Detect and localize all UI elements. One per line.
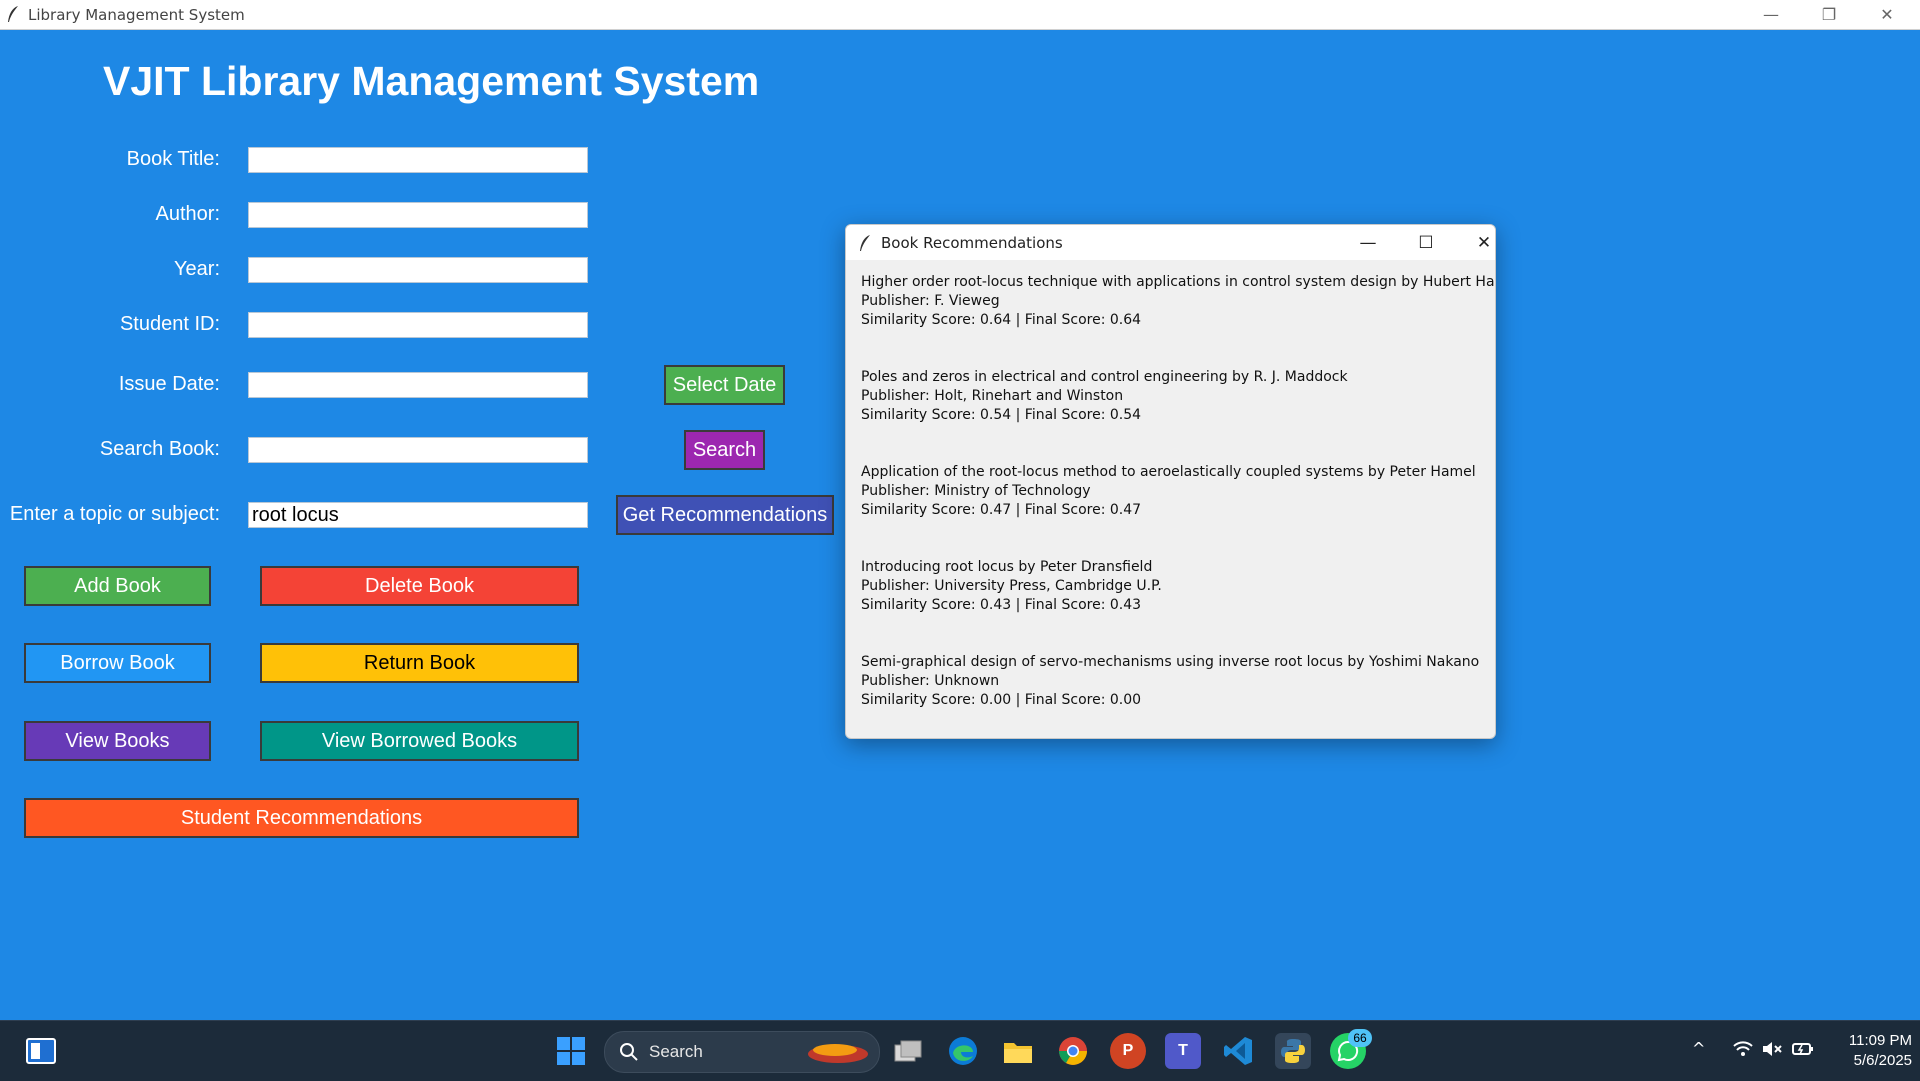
recommendation-title: Introducing root locus by Peter Dransfie… (861, 559, 1153, 575)
restore-button[interactable]: ❐ (1809, 3, 1849, 27)
recommendation-score: Similarity Score: 0.47 | Final Score: 0.… (861, 502, 1142, 518)
recommendation-score: Similarity Score: 0.43 | Final Score: 0.… (861, 597, 1142, 613)
whatsapp-badge: 66 (1348, 1029, 1372, 1047)
recommendation-item: Semi-graphical design of servo-mechanism… (861, 653, 1479, 710)
search-button[interactable]: Search (684, 430, 765, 470)
book-recommendations-dialog: Book Recommendations — ☐ ✕ Higher order … (845, 224, 1496, 739)
taskbar: Search P T 66 ^ 11:09 PM 5/6/2025 (0, 1020, 1920, 1081)
widgets-icon[interactable] (22, 1033, 60, 1069)
author-label: Author: (155, 203, 220, 225)
topic-input[interactable] (248, 502, 588, 528)
search-book-label: Search Book: (99, 438, 220, 460)
view-borrowed-books-button[interactable]: View Borrowed Books (260, 721, 579, 761)
recommendation-title: Higher order root-locus technique with a… (861, 274, 1496, 290)
dialog-titlebar: Book Recommendations — ☐ ✕ (846, 225, 1495, 260)
python-icon[interactable] (1275, 1033, 1311, 1069)
issue-date-input[interactable] (248, 372, 588, 398)
dialog-title: Book Recommendations (881, 234, 1063, 252)
start-icon[interactable] (553, 1033, 589, 1069)
recommendation-score: Similarity Score: 0.54 | Final Score: 0.… (861, 407, 1142, 423)
file-explorer-icon[interactable] (1000, 1033, 1036, 1069)
year-input[interactable] (248, 257, 588, 283)
chrome-icon[interactable] (1055, 1033, 1091, 1069)
feather-app-icon (860, 235, 870, 251)
recommendation-item: Higher order root-locus technique with a… (861, 273, 1496, 330)
feather-app-icon (8, 6, 18, 22)
task-view-icon[interactable] (890, 1033, 926, 1069)
powerpoint-icon[interactable]: P (1110, 1033, 1146, 1069)
year-label: Year: (174, 258, 220, 280)
issue-date-label: Issue Date: (118, 373, 220, 395)
author-input[interactable] (248, 202, 588, 228)
select-date-button[interactable]: Select Date (664, 365, 785, 405)
recommendation-title: Semi-graphical design of servo-mechanism… (861, 654, 1480, 670)
wifi-icon[interactable] (1733, 1041, 1753, 1057)
speaker-muted-icon[interactable] (1762, 1041, 1782, 1057)
borrow-book-button[interactable]: Borrow Book (24, 643, 211, 683)
return-book-button[interactable]: Return Book (260, 643, 579, 683)
book-title-label: Book Title: (126, 148, 220, 170)
student-recommendations-button[interactable]: Student Recommendations (24, 798, 579, 838)
teams-icon[interactable]: T (1165, 1033, 1201, 1069)
dialog-minimize-button[interactable]: — (1348, 231, 1388, 255)
dialog-maximize-button[interactable]: ☐ (1406, 231, 1446, 255)
minimize-button[interactable]: — (1751, 3, 1791, 27)
recommendation-item: Introducing root locus by Peter Dransfie… (861, 558, 1162, 615)
clock-time: 11:09 PM (1848, 1032, 1912, 1049)
recommendation-item: Poles and zeros in electrical and contro… (861, 368, 1348, 425)
recommendation-publisher: Publisher: Holt, Rinehart and Winston (861, 388, 1124, 404)
recommendation-score: Similarity Score: 0.00 | Final Score: 0.… (861, 692, 1142, 708)
edge-icon[interactable] (945, 1033, 981, 1069)
chevron-up-icon[interactable]: ^ (1692, 1039, 1705, 1058)
add-book-button[interactable]: Add Book (24, 566, 211, 606)
search-book-input[interactable] (248, 437, 588, 463)
taskbar-search-label: Search (649, 1042, 703, 1061)
recommendation-publisher: Publisher: F. Vieweg (861, 293, 1000, 309)
dialog-close-button[interactable]: ✕ (1464, 231, 1495, 255)
recommendation-publisher: Publisher: Unknown (861, 673, 1000, 689)
close-button[interactable]: ✕ (1867, 3, 1907, 27)
recommendation-score: Similarity Score: 0.64 | Final Score: 0.… (861, 312, 1142, 328)
view-books-button[interactable]: View Books (24, 721, 211, 761)
get-recommendations-button[interactable]: Get Recommendations (616, 495, 834, 535)
student-id-label: Student ID: (119, 313, 220, 335)
recommendation-publisher: Publisher: Ministry of Technology (861, 483, 1091, 499)
page-title: VJIT Library Management System (103, 58, 760, 104)
vscode-icon[interactable] (1220, 1033, 1256, 1069)
search-highlight-icon (808, 1044, 868, 1063)
window-titlebar: Library Management System — ❐ ✕ (0, 0, 1920, 30)
recommendation-publisher: Publisher: University Press, Cambridge U… (861, 578, 1162, 594)
book-title-input[interactable] (248, 147, 588, 173)
delete-book-button[interactable]: Delete Book (260, 566, 579, 606)
taskbar-search[interactable]: Search (604, 1031, 880, 1073)
battery-icon[interactable] (1792, 1041, 1814, 1057)
system-clock[interactable]: 11:09 PM 5/6/2025 (1822, 1031, 1912, 1071)
recommendation-title: Application of the root-locus method to … (861, 464, 1476, 480)
clock-date: 5/6/2025 (1853, 1052, 1912, 1069)
recommendation-item: Application of the root-locus method to … (861, 463, 1476, 520)
window-title: Library Management System (28, 6, 245, 24)
topic-label: Enter a topic or subject: (9, 503, 220, 525)
recommendation-title: Poles and zeros in electrical and contro… (861, 369, 1348, 385)
student-id-input[interactable] (248, 312, 588, 338)
search-icon (620, 1043, 638, 1061)
